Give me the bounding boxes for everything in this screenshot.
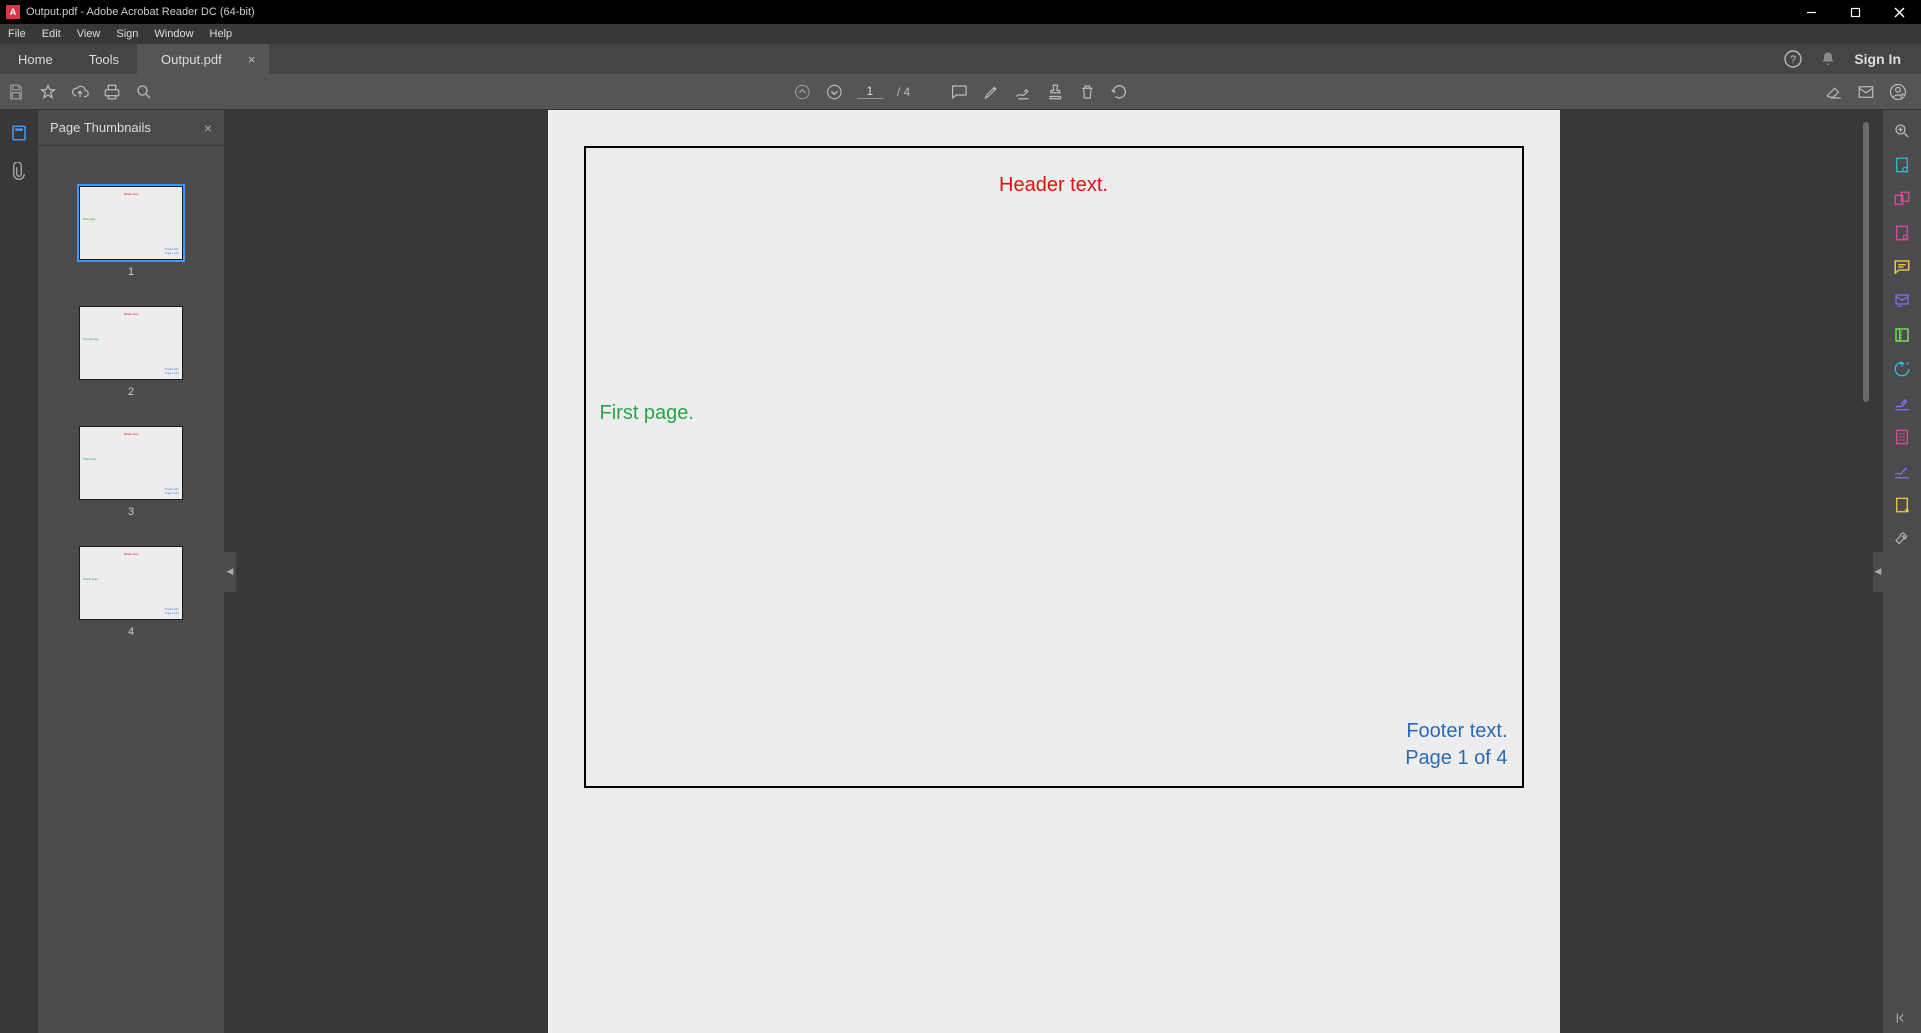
thumbnails-list: Header text.First page.Footer text.Page … xyxy=(38,168,224,1033)
thumbnail-page[interactable]: Header text.First page.Footer text.Page … xyxy=(38,186,224,278)
zoom-icon[interactable] xyxy=(1893,122,1911,140)
collapse-right-icon[interactable]: ◀ xyxy=(1873,552,1883,592)
minimize-button[interactable] xyxy=(1789,0,1833,24)
thumbnail-page[interactable]: Header text.Second page.Footer text.Page… xyxy=(38,306,224,398)
page-number-input[interactable] xyxy=(857,84,883,99)
bell-icon[interactable] xyxy=(1820,51,1836,67)
edit-pdf-icon[interactable] xyxy=(1893,224,1911,242)
page-body-text: First page. xyxy=(600,402,694,425)
page-footer-text: Footer text. Page 1 of 4 xyxy=(1405,718,1507,772)
combine-icon[interactable] xyxy=(1893,190,1911,208)
svg-text:?: ? xyxy=(1790,54,1796,66)
search-icon[interactable] xyxy=(128,83,160,101)
menu-help[interactable]: Help xyxy=(202,28,241,40)
thumbnails-title: Page Thumbnails xyxy=(50,120,151,135)
close-tab-icon[interactable]: × xyxy=(248,52,256,67)
expand-rail-icon[interactable] xyxy=(1895,1011,1909,1025)
vertical-scrollbar[interactable] xyxy=(1863,122,1869,402)
draw-icon[interactable] xyxy=(1014,83,1032,101)
navigation-rail xyxy=(0,110,38,1033)
profile-icon[interactable] xyxy=(1889,83,1907,101)
thumbnail-page[interactable]: Header text.Third page.Footer text.Page … xyxy=(38,426,224,518)
tab-document-label: Output.pdf xyxy=(161,52,222,67)
create-pdf-icon[interactable] xyxy=(1893,156,1911,174)
next-page-icon[interactable] xyxy=(825,83,843,101)
comment-tool-icon[interactable] xyxy=(1893,258,1911,276)
email-icon[interactable] xyxy=(1857,83,1875,101)
menu-view[interactable]: View xyxy=(69,28,109,40)
tab-tools[interactable]: Tools xyxy=(71,44,137,74)
maximize-button[interactable] xyxy=(1833,0,1877,24)
delete-icon[interactable] xyxy=(1078,83,1096,101)
thumbnail-label: 2 xyxy=(128,386,134,398)
tools-rail: ◀ xyxy=(1883,110,1921,1033)
collapse-left-icon[interactable]: ◀ xyxy=(224,552,236,592)
sign-in-button[interactable]: Sign In xyxy=(1854,51,1901,67)
stamp-icon[interactable] xyxy=(1046,83,1064,101)
thumbnail-label: 3 xyxy=(128,506,134,518)
window-titlebar: A Output.pdf - Adobe Acrobat Reader DC (… xyxy=(0,0,1921,24)
menu-file[interactable]: File xyxy=(0,28,34,40)
thumbnails-panel: Page Thumbnails × Header text.First page… xyxy=(38,110,224,1033)
print-icon[interactable] xyxy=(96,83,128,101)
more-tools-icon[interactable] xyxy=(1893,530,1911,548)
menu-bar: File Edit View Sign Window Help xyxy=(0,24,1921,44)
help-icon[interactable]: ? xyxy=(1784,50,1802,68)
save-icon[interactable] xyxy=(0,83,32,101)
rotate-icon[interactable] xyxy=(1110,83,1128,101)
star-icon[interactable] xyxy=(32,83,64,101)
thumbnails-rail-icon[interactable] xyxy=(10,124,28,142)
cloud-upload-icon[interactable] xyxy=(64,83,96,101)
document-viewport[interactable]: ◀ Header text. First page. Footer text. … xyxy=(224,110,1883,1033)
comment-icon[interactable] xyxy=(950,83,968,101)
tab-home[interactable]: Home xyxy=(0,44,71,74)
sign-tool-icon[interactable] xyxy=(1893,462,1911,480)
request-sign-icon[interactable] xyxy=(1893,292,1911,310)
export-icon[interactable] xyxy=(1893,360,1911,378)
app-icon: A xyxy=(6,5,20,19)
prev-page-icon[interactable] xyxy=(793,83,811,101)
send-comments-icon[interactable] xyxy=(1893,496,1911,514)
toolbar: / 4 xyxy=(0,74,1921,110)
menu-window[interactable]: Window xyxy=(146,28,201,40)
erase-icon[interactable] xyxy=(1825,83,1843,101)
menu-sign[interactable]: Sign xyxy=(108,28,146,40)
close-window-button[interactable] xyxy=(1877,0,1921,24)
tab-document[interactable]: Output.pdf × xyxy=(137,44,269,74)
organize-icon[interactable] xyxy=(1893,428,1911,446)
fill-sign-icon[interactable] xyxy=(1893,394,1911,412)
compress-icon[interactable] xyxy=(1893,326,1911,344)
pdf-page: Header text. First page. Footer text. Pa… xyxy=(548,110,1560,1033)
menu-edit[interactable]: Edit xyxy=(34,28,69,40)
page-total-label: / 4 xyxy=(897,85,910,99)
thumbnail-label: 4 xyxy=(128,626,134,638)
thumbnail-page[interactable]: Header text.Fourth page.Footer text.Page… xyxy=(38,546,224,638)
page-header-text: Header text. xyxy=(586,174,1522,197)
content-area: Page Thumbnails × Header text.First page… xyxy=(0,110,1921,1033)
window-title: Output.pdf - Adobe Acrobat Reader DC (64… xyxy=(26,6,255,18)
highlight-icon[interactable] xyxy=(982,83,1000,101)
tabs-row: Home Tools Output.pdf × ? Sign In xyxy=(0,44,1921,74)
attachments-rail-icon[interactable] xyxy=(10,162,28,180)
close-thumbnails-icon[interactable]: × xyxy=(204,120,212,136)
thumbnail-label: 1 xyxy=(128,266,134,278)
